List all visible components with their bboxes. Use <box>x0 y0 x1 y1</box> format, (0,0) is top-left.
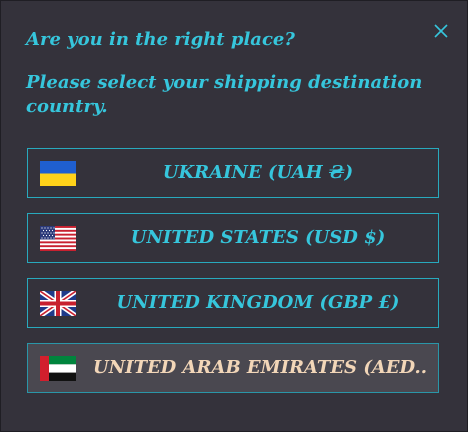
country-option-label: UKRAINE (UAH ₴) <box>162 162 354 183</box>
dialog-instruction: Please select your shipping destination … <box>26 72 423 117</box>
close-icon[interactable] <box>431 21 451 41</box>
country-option-united-kingdom[interactable]: UNITED KINGDOM (GBP £) <box>27 278 439 328</box>
country-option-united-arab-emirates[interactable]: UNITED ARAB EMIRATES (AED... <box>27 343 439 393</box>
country-options-list: UKRAINE (UAH ₴) UNITED STATES (USD $) UN… <box>27 148 439 408</box>
country-option-label: UNITED ARAB EMIRATES (AED... <box>93 357 428 378</box>
country-option-united-states[interactable]: UNITED STATES (USD $) <box>27 213 439 263</box>
usa-flag-icon <box>40 226 76 251</box>
uk-flag-icon <box>40 291 76 316</box>
dialog-question: Are you in the right place? <box>26 29 295 50</box>
uae-flag-icon <box>40 356 76 381</box>
country-option-ukraine[interactable]: UKRAINE (UAH ₴) <box>27 148 439 198</box>
ukraine-flag-icon <box>40 161 76 186</box>
country-option-label: UNITED STATES (USD $) <box>130 227 386 248</box>
country-selector-dialog: Are you in the right place? Please selec… <box>0 0 468 432</box>
country-option-label: UNITED KINGDOM (GBP £) <box>116 292 400 313</box>
